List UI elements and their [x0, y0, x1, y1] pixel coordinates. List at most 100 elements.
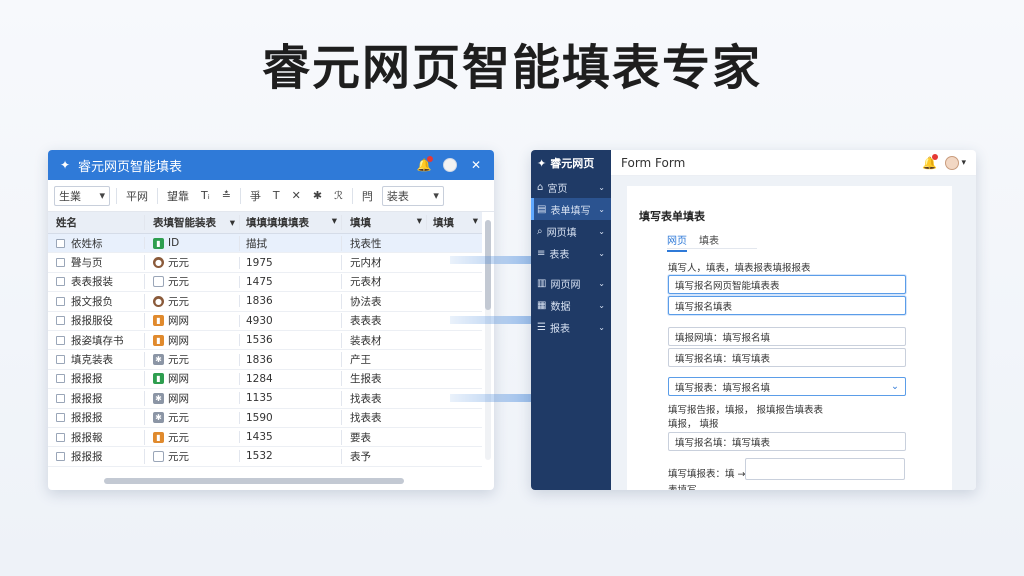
row-checkbox[interactable]: [56, 413, 65, 423]
table-cell[interactable]: ✱ 网网: [144, 390, 239, 406]
table-cell[interactable]: 协法表: [341, 293, 426, 309]
close-icon[interactable]: ✕: [468, 157, 484, 173]
table-cell[interactable]: 1532: [239, 450, 341, 463]
toolbar-button-9[interactable]: ℛ: [331, 189, 346, 202]
table-row[interactable]: 报报报 ✱ 网网 1135 找表表: [48, 389, 482, 409]
table-cell[interactable]: ● 元元: [144, 255, 239, 271]
toolbar-button-1[interactable]: 平网: [123, 188, 151, 204]
chevron-down-icon[interactable]: ▾: [961, 158, 966, 168]
sidebar-item[interactable]: ▥ 网页网 ⌄: [531, 272, 611, 294]
text-field-3[interactable]: 填报网填：填写报名填: [668, 327, 906, 346]
tab-web[interactable]: 网页: [667, 232, 687, 252]
table-cell[interactable]: ▮ 网网: [144, 371, 239, 387]
row-checkbox[interactable]: [56, 355, 65, 365]
table-cell[interactable]: 报报报: [48, 371, 144, 386]
text-field-4[interactable]: 填写报名填：填写填表: [668, 348, 906, 367]
row-checkbox[interactable]: [56, 316, 65, 326]
sidebar-item[interactable]: ⌂ 宮页 ⌄: [531, 176, 611, 198]
table-cell[interactable]: 报报报: [48, 449, 144, 464]
format-select[interactable]: 生業 ▾: [54, 185, 110, 206]
table-cell[interactable]: 表表报装: [48, 274, 144, 289]
table-cell[interactable]: 报报服役: [48, 313, 144, 328]
horizontal-scrollbar[interactable]: [104, 478, 404, 484]
table-row[interactable]: 依姓标 ▮ ID 描拭 找表性: [48, 234, 482, 254]
row-checkbox[interactable]: [56, 393, 65, 403]
table-cell[interactable]: 1475: [239, 275, 341, 288]
empty-input-field[interactable]: [745, 458, 905, 480]
table-cell[interactable]: 1435: [239, 431, 341, 444]
table-cell[interactable]: 报报报: [48, 391, 144, 406]
toolbar-button-5[interactable]: 爭: [247, 188, 264, 204]
table-cell[interactable]: 填克装表: [48, 352, 144, 367]
toolbar-button-8[interactable]: ✱: [310, 189, 325, 202]
table-row[interactable]: 聲与页 ● 元元 1975 元内材: [48, 253, 482, 273]
table-cell[interactable]: 1836: [239, 295, 341, 308]
table-cell[interactable]: 元元: [144, 448, 239, 464]
column-header[interactable]: 填填填填填表 ▾: [239, 215, 341, 230]
row-checkbox[interactable]: [56, 451, 65, 461]
bell-icon[interactable]: 🔔: [921, 153, 939, 171]
table-cell[interactable]: 1975: [239, 256, 341, 269]
avatar[interactable]: [945, 155, 960, 170]
view-select[interactable]: 装表 ▾: [381, 185, 444, 206]
sidebar-item[interactable]: ☰ 报表 ⌄: [531, 316, 611, 338]
toolbar-button-2[interactable]: 望靠: [164, 188, 192, 204]
row-checkbox[interactable]: [56, 238, 65, 248]
table-cell[interactable]: 装表材: [341, 332, 426, 348]
sidebar-item[interactable]: ≡ 表表 ⌄: [531, 242, 611, 264]
table-cell[interactable]: ▮ 网网: [144, 313, 239, 329]
table-cell[interactable]: ✱ 元元: [144, 410, 239, 426]
table-row[interactable]: 报文报负 ● 元元 1836 协法表: [48, 292, 482, 312]
table-cell[interactable]: 1836: [239, 353, 341, 366]
table-cell[interactable]: 依姓标: [48, 236, 144, 251]
table-cell[interactable]: 报文报负: [48, 294, 144, 309]
table-cell[interactable]: 1135: [239, 392, 341, 405]
column-header[interactable]: 姓名: [48, 215, 144, 230]
table-cell[interactable]: ● 元元: [144, 293, 239, 309]
table-cell[interactable]: ▮ ID: [144, 237, 239, 250]
table-row[interactable]: 表表报装 元元 1475 元表材: [48, 273, 482, 293]
text-field-1[interactable]: 填写报名网页智能填表表: [668, 275, 906, 294]
toolbar-button-10[interactable]: 閂: [359, 188, 376, 204]
table-cell[interactable]: 报报报: [48, 410, 144, 425]
toolbar-button-6[interactable]: T: [270, 189, 283, 202]
table-cell[interactable]: 1284: [239, 372, 341, 385]
table-cell[interactable]: 要表: [341, 429, 426, 445]
table-cell[interactable]: ▮ 网网: [144, 332, 239, 348]
table-cell[interactable]: 表表表: [341, 313, 426, 329]
sidebar-item[interactable]: ▦ 数据 ⌄: [531, 294, 611, 316]
row-checkbox[interactable]: [56, 335, 65, 345]
table-cell[interactable]: 描拭: [239, 235, 341, 251]
table-row[interactable]: 报报报 ▮ 网网 1284 生报表: [48, 370, 482, 390]
table-cell[interactable]: 元元: [144, 274, 239, 290]
sidebar-item[interactable]: ⌕ 网页填 ⌄: [531, 220, 611, 242]
column-header[interactable]: 填填 ▾: [341, 215, 426, 230]
table-cell[interactable]: 1536: [239, 334, 341, 347]
table-cell[interactable]: 元内材: [341, 255, 426, 271]
user-avatar[interactable]: [442, 157, 458, 173]
column-header[interactable]: 表填智能装表 ▾: [144, 215, 239, 230]
table-row[interactable]: 报报报 元元 1532 表予: [48, 447, 482, 467]
table-cell[interactable]: 表予: [341, 448, 426, 464]
table-cell[interactable]: ▮ 元元: [144, 429, 239, 445]
select-field[interactable]: 填写报表：填写报名填 ⌄: [668, 377, 906, 396]
table-cell[interactable]: 4930: [239, 314, 341, 327]
table-cell[interactable]: 找表表: [341, 390, 426, 406]
tab-fill[interactable]: 填表: [699, 232, 719, 252]
table-row[interactable]: 报报报 ✱ 元元 1590 找表表: [48, 409, 482, 428]
toolbar-button-7[interactable]: ✕: [289, 189, 304, 202]
table-cell[interactable]: 生报表: [341, 371, 426, 387]
table-row[interactable]: 报报服役 ▮ 网网 4930 表表表: [48, 312, 482, 331]
column-header[interactable]: 填填 ▾: [426, 215, 482, 230]
toolbar-button-3[interactable]: Tᵢ: [198, 189, 213, 202]
sidebar-item[interactable]: ▤ 表单填写 ⌄: [531, 198, 611, 220]
table-cell[interactable]: 聲与页: [48, 255, 144, 270]
table-cell[interactable]: 找表性: [341, 235, 426, 251]
table-cell[interactable]: 产王: [341, 352, 426, 368]
table-cell[interactable]: 报姿填存书: [48, 333, 144, 348]
table-cell[interactable]: 找表表: [341, 410, 426, 426]
text-field-2[interactable]: 填写报名填表: [668, 296, 906, 315]
row-checkbox[interactable]: [56, 277, 65, 287]
bell-icon[interactable]: 🔔: [416, 156, 433, 173]
row-checkbox[interactable]: [56, 258, 65, 268]
